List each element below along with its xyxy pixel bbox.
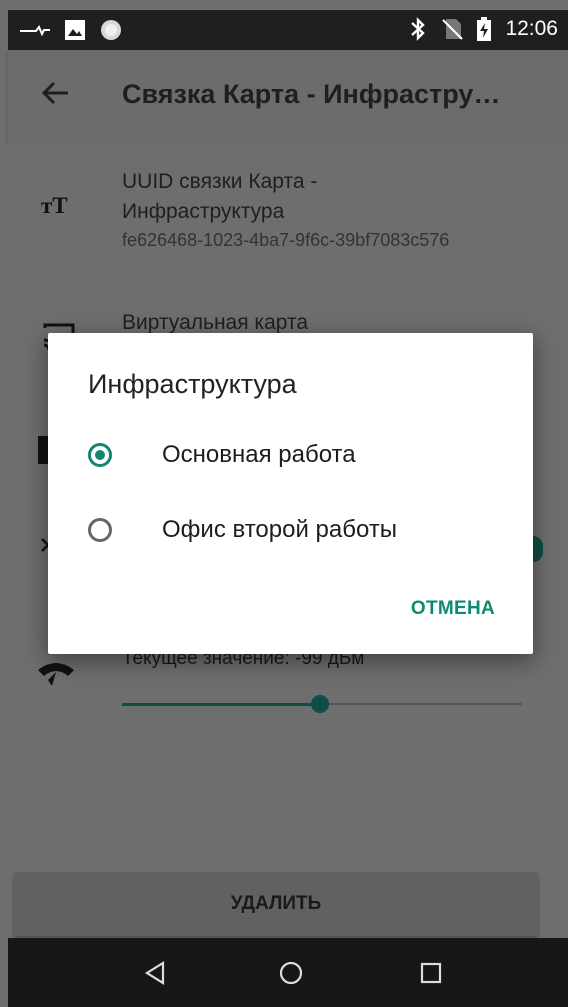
circle-icon	[101, 20, 121, 40]
uuid-title-line-2: Инфраструктура	[122, 200, 285, 223]
arrow-back-icon[interactable]	[38, 76, 72, 110]
bluetooth-icon	[411, 17, 426, 41]
uuid-value: fe626468-1023-4ba7-9f6c-39bf7083c576	[122, 230, 450, 250]
dialog-title: Инфраструктура	[88, 369, 297, 399]
recents-square-icon[interactable]	[418, 960, 444, 986]
uuid-setting[interactable]: тT UUID связки Карта - Инфраструктура fe…	[8, 142, 568, 292]
cancel-button[interactable]: ОТМЕНА	[411, 598, 495, 620]
battery-charging-icon	[477, 17, 492, 41]
infrastructure-dialog: Инфраструктура Основная работа Офис втор…	[48, 333, 533, 654]
radio-checked-icon[interactable]	[88, 443, 112, 467]
image-icon	[65, 20, 85, 40]
option-main-work[interactable]: Основная работа	[88, 429, 508, 481]
status-bar: 12:06	[8, 10, 568, 50]
back-triangle-icon[interactable]	[143, 960, 169, 986]
navigation-bar	[8, 938, 568, 1007]
option-second-office[interactable]: Офис второй работы	[88, 504, 508, 556]
text-fields-icon: тT	[41, 193, 68, 218]
option-label-second-office: Офис второй работы	[162, 516, 398, 543]
home-circle-icon[interactable]	[278, 960, 304, 986]
signal-slider-thumb[interactable]	[311, 695, 329, 713]
option-label-main-work: Основная работа	[162, 441, 356, 468]
app-bar: Связка Карта - Инфрастру…	[8, 50, 568, 142]
status-time: 12:06	[505, 17, 558, 40]
delete-button[interactable]: УДАЛИТЬ	[14, 872, 538, 936]
no-sim-icon	[442, 19, 464, 40]
signal-slider-fill	[122, 703, 320, 706]
page-title: Связка Карта - Инфрастру…	[122, 79, 501, 109]
uuid-title-line-1: UUID связки Карта -	[122, 170, 318, 193]
signal-icon	[20, 25, 50, 36]
uuid-title: UUID связки Карта - Инфраструктура	[122, 167, 317, 227]
wifi-signal-icon	[38, 663, 74, 686]
radio-unchecked-icon[interactable]	[88, 518, 112, 542]
